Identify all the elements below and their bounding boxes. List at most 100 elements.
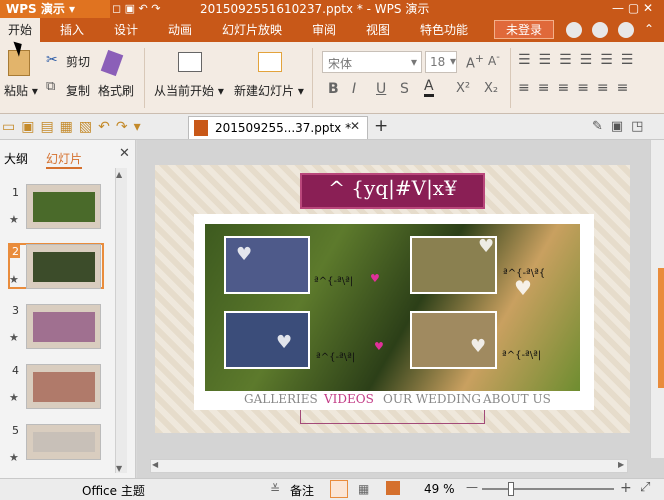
tab-slides[interactable]: 幻灯片 [46,150,83,169]
divider [510,48,511,108]
slide-number: 4 [12,364,19,377]
window-title: 201509255161023​7.pptx * - WPS 演示 [200,2,430,16]
from-current-button[interactable]: 从当前开始 ▾ [154,82,224,99]
projector-icon[interactable] [178,52,202,72]
nav-about-us: ABOUT US [483,392,551,406]
subscript-button[interactable]: X₂ [484,81,498,96]
shrink-font-icon[interactable]: A- [488,52,500,68]
play-icon[interactable] [386,481,400,495]
italic-button[interactable]: I [352,81,356,97]
help-icon[interactable] [592,22,608,38]
star-icon: ★ [9,213,19,226]
photo-caption: ª^{-ª\ª| [314,276,354,287]
slide-number: 3 [12,304,19,317]
heart-icon: ♥ [514,276,532,300]
zoom-out-icon[interactable]: — [466,480,478,494]
zoom-in-icon[interactable]: + [620,480,632,496]
slide-thumbnail-3[interactable] [26,304,101,349]
tab-design[interactable]: 设计 [114,18,138,42]
align-icons[interactable]: ≡≡≡≡≡≡ [518,80,636,96]
pptx-icon [194,120,208,136]
scissors-icon[interactable]: ✂ [46,52,58,68]
superscript-button[interactable]: X² [456,81,470,96]
app-name: WPS 演示 [6,2,65,16]
photo-caption: ª^{-ª\ª| [502,350,542,361]
app-menu-button[interactable]: WPS 演示 ▾ [0,0,110,18]
cut-button[interactable]: 剪切 [66,53,90,70]
fit-window-icon[interactable]: ⤢ [640,480,650,495]
photo-caption: ª^{-ª\ª{ [503,268,546,279]
tab-slideshow[interactable]: 幻灯片放映 [222,18,282,42]
copy-icon[interactable]: ⧉ [46,79,55,94]
scroll-thumb[interactable] [658,268,664,388]
gallery-photo-2 [224,311,310,369]
window-tab-icons[interactable]: ✎▣◳ [592,119,651,134]
notes-icon[interactable]: ≚ [270,482,280,496]
tab-outline[interactable]: 大纲 [4,150,28,167]
star-icon: ★ [9,331,19,344]
collapse-icon[interactable]: ⌃ [644,22,654,36]
font-name-select[interactable]: 宋体 ▾ [322,51,422,73]
new-slide-button[interactable]: 新建幻灯片 ▾ [234,82,304,99]
star-icon: ★ [9,273,19,286]
new-slide-icon[interactable] [258,52,282,72]
photo-caption: ª^{-ª\ª| [316,352,356,363]
tab-insert[interactable]: 插入 [60,18,84,42]
notes-button[interactable]: 备注 [290,482,314,499]
canvas-horizontal-scrollbar[interactable] [150,459,628,473]
divider [312,48,313,108]
slide-footer-frame [300,410,485,424]
heart-icon: ♥ [470,336,487,357]
tab-features[interactable]: 特色功能 [420,18,468,42]
document-tab[interactable]: 201509255...37.pptx * [188,116,368,139]
heart-icon: ♥ [276,332,293,353]
slide-header-text: ^ {yq|#V|x¥ [328,176,457,200]
font-size-dropdown-icon[interactable]: ▾ [450,54,456,68]
zoom-slider-thumb[interactable] [508,482,514,496]
bold-button[interactable]: B [328,81,339,97]
new-tab-icon[interactable]: + [374,116,388,136]
scroll-left-icon[interactable]: ◀ [152,460,158,469]
quick-icons[interactable]: ◻ ▣ ↶ ↷ [112,2,160,15]
close-pane-icon[interactable]: ✕ [119,146,130,161]
scroll-down-icon[interactable]: ▼ [116,464,122,473]
nav-videos: VIDEOS [324,392,374,406]
format-painter-button[interactable]: 格式刷 [98,82,134,99]
slides-pane-scrollbar[interactable] [115,168,127,473]
normal-view-icon[interactable] [330,480,348,498]
theme-label: Office 主题 [82,484,145,498]
sorter-view-icon[interactable]: ▦ [358,482,369,496]
scroll-up-icon[interactable]: ▲ [116,170,122,179]
close-tab-icon[interactable]: ✕ [350,119,360,133]
heart-icon: ♥ [236,244,253,265]
nav-galleries: GALLERIES [244,392,318,406]
divider [144,48,145,108]
skin-icon[interactable] [566,22,582,38]
pink-heart-icon: ♥ [374,340,384,353]
window-controls[interactable]: — ▢ ✕ [612,1,653,15]
scroll-right-icon[interactable]: ▶ [618,460,624,469]
paste-button[interactable]: 粘贴 ▾ [4,82,38,99]
grow-font-icon[interactable]: A+ [466,52,484,71]
slide-thumbnail-4[interactable] [26,364,101,409]
zoom-slider[interactable] [482,488,614,490]
tab-view[interactable]: 视图 [366,18,390,42]
login-button[interactable]: 未登录 [494,20,554,39]
copy-button[interactable]: 复制 [66,82,90,99]
slide-thumbnail-5[interactable] [26,424,101,460]
slide-thumbnail-2[interactable] [26,244,101,289]
tab-animation[interactable]: 动画 [168,18,192,42]
shirt-icon[interactable] [618,22,634,38]
heart-icon: ♥ [478,236,495,257]
slide-number: 2 [12,245,19,258]
list-icons[interactable]: ☰☰☰☰☰☰ [518,52,641,68]
font-color-button[interactable]: A [424,78,434,97]
tab-review[interactable]: 审阅 [312,18,336,42]
strikethrough-button[interactable]: S [400,81,409,97]
pink-heart-icon: ♥ [370,272,380,285]
star-icon: ★ [9,451,19,464]
underline-button[interactable]: U [376,81,386,97]
slide-thumbnail-1[interactable] [26,184,101,229]
star-icon: ★ [9,391,19,404]
quick-access-icons[interactable]: ▭▣▤▦▧↶↷▾ [2,119,147,135]
